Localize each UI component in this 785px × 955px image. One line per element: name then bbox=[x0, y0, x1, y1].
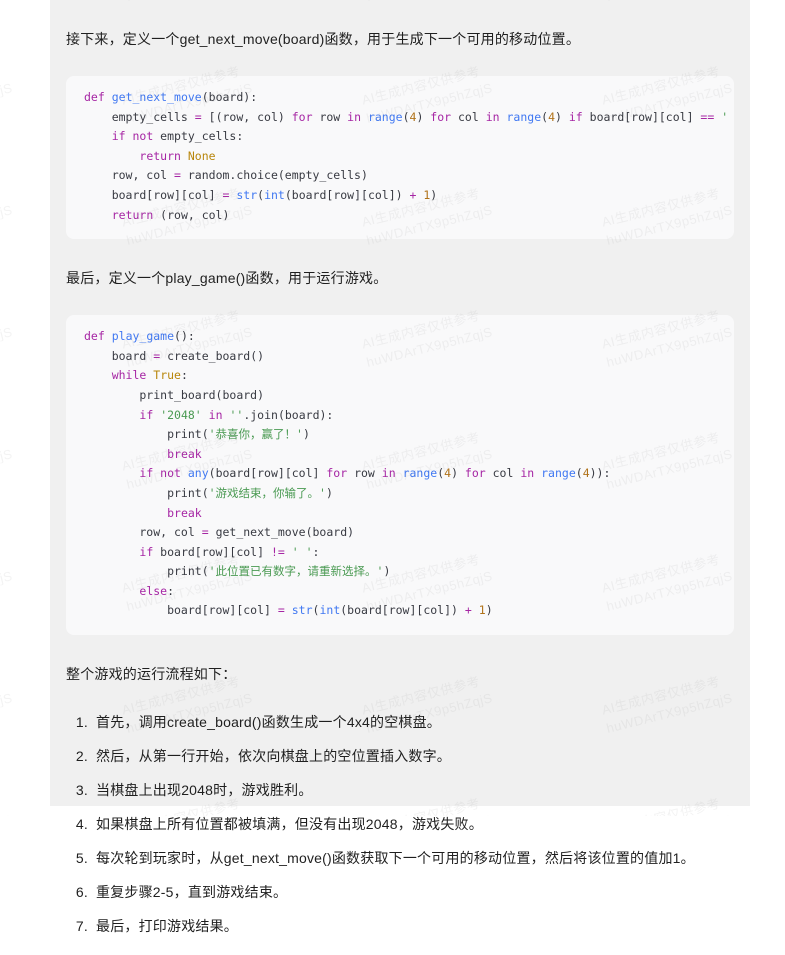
list-item: 每次轮到玩家时，从get_next_move()函数获取下一个可用的移动位置，然… bbox=[92, 847, 734, 869]
watermark-text: AI生成内容仅供参考huWDArTX9p5hZqjS bbox=[0, 64, 14, 126]
watermark-text: AI生成内容仅供参考huWDArTX9p5hZqjS bbox=[0, 430, 14, 492]
code-block-play-game[interactable]: def play_game(): board = create_board() … bbox=[66, 315, 734, 636]
content-column: 接下来，定义一个get_next_move(board)函数，用于生成下一个可用… bbox=[50, 14, 750, 955]
list-item: 最后，打印游戏结果。 bbox=[92, 915, 734, 937]
watermark-text: AI生成内容仅供参考huWDArTX9p5hZqjS bbox=[0, 793, 15, 816]
watermark-text: AI生成内容仅供参考huWDArTX9p5hZqjS bbox=[0, 552, 14, 614]
watermark-text: AI生成内容仅供参考huWDArTX9p5hZqjS bbox=[0, 308, 14, 370]
list-item: 然后，从第一行开始，依次向棋盘上的空位置插入数字。 bbox=[92, 745, 734, 767]
list-item: 如果棋盘上所有位置都被填满，但没有出现2048，游戏失败。 bbox=[92, 813, 734, 835]
watermark-text: AI生成内容仅供参考huWDArTX9p5hZqjS bbox=[0, 186, 14, 248]
watermark-text: AI生成内容仅供参考huWDArTX9p5hZqjS bbox=[0, 674, 14, 736]
paragraph-intro-play-game: 最后，定义一个play_game()函数，用于运行游戏。 bbox=[66, 270, 388, 287]
code-text-get-next-move: def get_next_move(board): empty_cells = … bbox=[84, 90, 729, 222]
list-item: 首先，调用create_board()函数生成一个4x4的空棋盘。 bbox=[92, 711, 734, 733]
watermark-text: AI生成内容仅供参考huWDArTX9p5hZqjS bbox=[0, 0, 15, 7]
list-item: 当棋盘上出现2048时，游戏胜利。 bbox=[92, 779, 734, 801]
paragraph-flow-heading: 整个游戏的运行流程如下： bbox=[66, 666, 237, 683]
list-item: 重复步骤2-5，直到游戏结束。 bbox=[92, 881, 734, 903]
code-block-get-next-move[interactable]: def get_next_move(board): empty_cells = … bbox=[66, 76, 734, 240]
code-text-play-game: def play_game(): board = create_board() … bbox=[84, 329, 611, 618]
game-flow-list: 首先，调用create_board()函数生成一个4x4的空棋盘。 然后，从第一… bbox=[66, 711, 734, 937]
paragraph-intro-next-move: 接下来，定义一个get_next_move(board)函数，用于生成下一个可用… bbox=[66, 31, 581, 47]
bottom-spacer bbox=[66, 937, 734, 955]
document-content-area: 接下来，定义一个get_next_move(board)函数，用于生成下一个可用… bbox=[50, 0, 750, 934]
